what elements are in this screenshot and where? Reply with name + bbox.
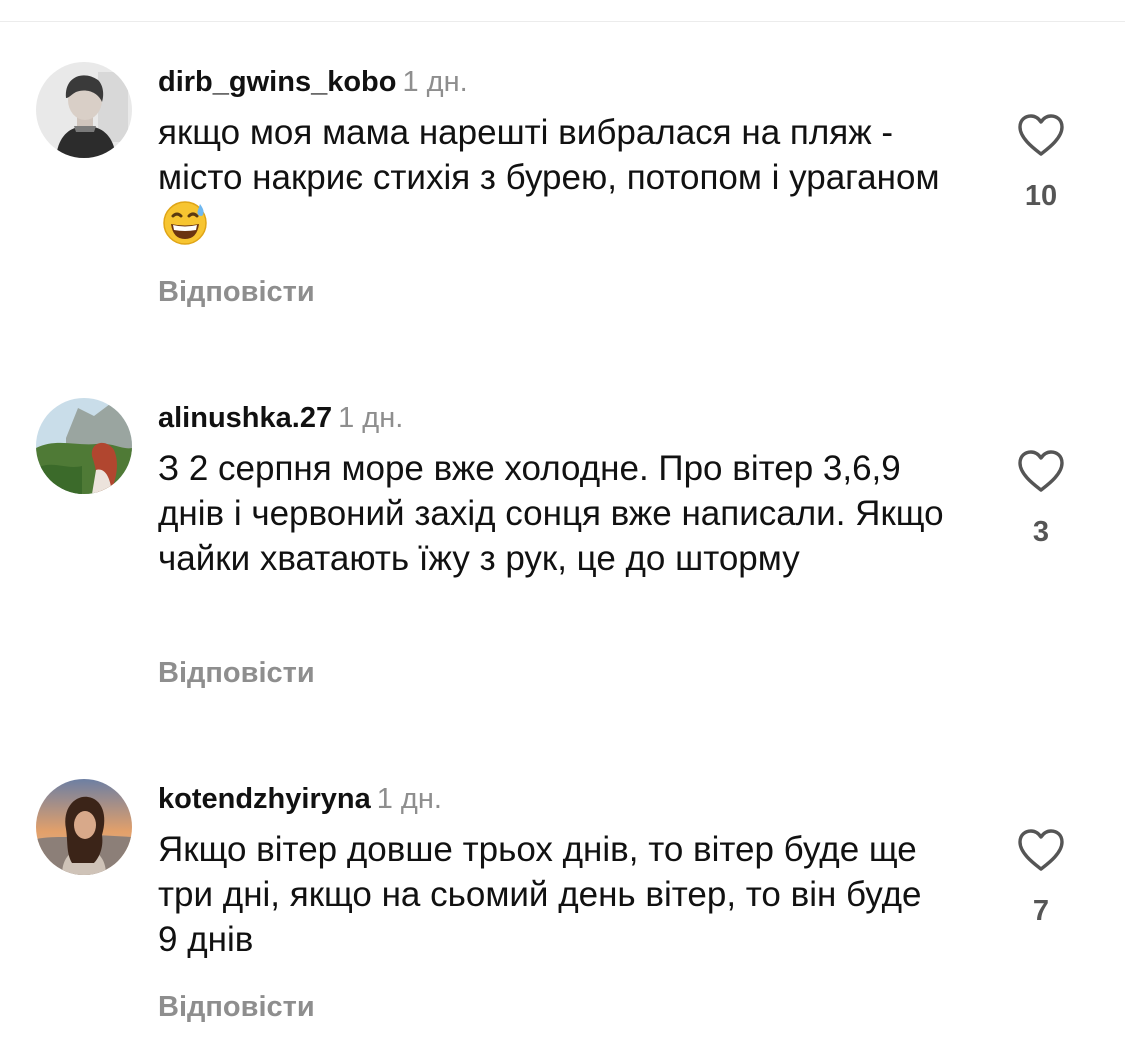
- comment-text: З 2 серпня море вже холодне. Про вітер 3…: [158, 449, 944, 578]
- username[interactable]: alinushka.27: [158, 402, 332, 434]
- avatar-image: [36, 398, 132, 494]
- heart-outline-icon[interactable]: [1016, 112, 1066, 158]
- comment-meta: kotendzhyiryna 1 дн.: [158, 783, 442, 816]
- avatar-image: [36, 779, 132, 875]
- comment-text: Якщо вітер довше трьох днів, то вітер бу…: [158, 830, 922, 959]
- heart-outline-icon[interactable]: [1016, 448, 1066, 494]
- timestamp: 1 дн.: [376, 783, 442, 815]
- like-control: 3: [1000, 448, 1082, 549]
- heart-outline-icon[interactable]: [1016, 827, 1066, 873]
- reply-button[interactable]: Відповісти: [158, 991, 315, 1024]
- comment-text: якщо моя мама нарешті вибралася на пляж …: [158, 110, 948, 257]
- like-control: 10: [1000, 112, 1082, 213]
- avatar[interactable]: [36, 62, 132, 158]
- like-count: 3: [1032, 516, 1050, 548]
- reply-button[interactable]: Відповісти: [158, 657, 315, 690]
- grinning-sweat-emoji-icon: [162, 200, 208, 257]
- top-divider: [0, 21, 1125, 22]
- avatar[interactable]: [36, 398, 132, 494]
- avatar[interactable]: [36, 779, 132, 875]
- comment-text-body: якщо моя мама нарешті вибралася на пляж …: [158, 113, 940, 197]
- username[interactable]: kotendzhyiryna: [158, 783, 371, 815]
- like-control: 7: [1000, 827, 1082, 928]
- timestamp: 1 дн.: [338, 402, 404, 434]
- like-count: 7: [1032, 895, 1050, 927]
- comment-meta: alinushka.27 1 дн.: [158, 402, 403, 435]
- like-count: 10: [1024, 180, 1058, 212]
- timestamp: 1 дн.: [402, 66, 468, 98]
- reply-button[interactable]: Відповісти: [158, 276, 315, 309]
- comment-meta: dirb_gwins_kobo 1 дн.: [158, 66, 468, 99]
- avatar-image: [36, 62, 132, 158]
- username[interactable]: dirb_gwins_kobo: [158, 66, 396, 98]
